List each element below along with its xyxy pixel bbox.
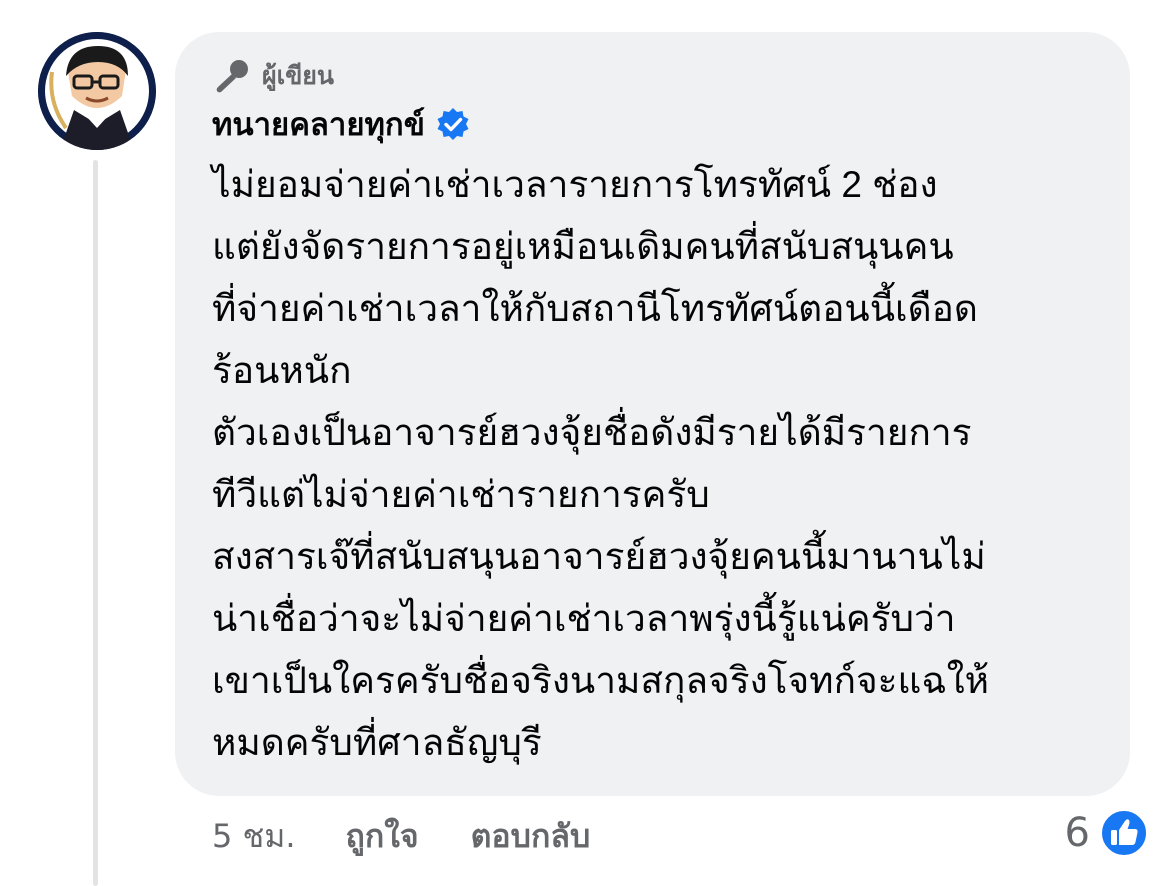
comment-line: สงสารเจ๊ที่สนับสนุนอาจารย์ฮวงจุ้ยคนนี้มา…: [212, 536, 986, 577]
comment-bubble: ผู้เขียน ทนายคลายทุกข์ ไม่ยอมจ่ายค่าเช่า…: [175, 32, 1130, 796]
thread-line: [93, 160, 98, 886]
comment-line: ไม่ยอมจ่ายค่าเช่าเวลารายการโทรทัศน์ 2 ช่…: [212, 164, 938, 205]
reply-button[interactable]: ตอบกลับ: [471, 811, 591, 862]
author-badge: ผู้เขียน: [212, 56, 1100, 96]
comment-line: ที่จ่ายค่าเช่าเวลาให้กับสถานีโทรทัศน์ตอน…: [212, 288, 978, 329]
comment-line: น่าเชื่อว่าจะไม่จ่ายค่าเช่าเวลาพรุ่งนี้ร…: [212, 598, 956, 639]
verified-badge-icon: [437, 108, 469, 140]
reaction-count: 6: [1064, 810, 1090, 856]
like-thumb-icon: [1100, 809, 1148, 857]
comment-line: ร้อนหนัก: [212, 350, 352, 391]
author-badge-label: ผู้เขียน: [262, 61, 335, 90]
comment-line: เขาเป็นใครครับชื่อจริงนามสกุลจริงโจทก์จะ…: [212, 660, 990, 701]
comment-line: หมดครับที่ศาลธัญบุรี: [212, 722, 542, 763]
author-name-row: ทนายคลายทุกข์: [212, 98, 1100, 150]
like-button[interactable]: ถูกใจ: [346, 811, 419, 862]
microphone-icon: [216, 60, 248, 93]
comment-line: ตัวเองเป็นอาจารย์ฮวงจุ้ยชื่อดังมีรายได้ม…: [212, 412, 972, 453]
comment-actions: 5 ชม. ถูกใจ ตอบกลับ: [212, 808, 590, 864]
author-avatar[interactable]: [38, 32, 156, 150]
reaction-summary[interactable]: 6: [1065, 808, 1148, 858]
avatar-image: [38, 32, 156, 150]
comment-line: ทีวีแต่ไม่จ่ายค่าเช่ารายการครับ: [212, 474, 710, 515]
comment-view: ผู้เขียน ทนายคลายทุกข์ ไม่ยอมจ่ายค่าเช่า…: [0, 0, 1170, 886]
comment-timestamp[interactable]: 5 ชม.: [212, 811, 296, 862]
comment-body: ไม่ยอมจ่ายค่าเช่าเวลารายการโทรทัศน์ 2 ช่…: [212, 154, 1100, 774]
comment-line: แต่ยังจัดรายการอยู่เหมือนเดิมคนที่สนับสน…: [212, 226, 954, 267]
author-name[interactable]: ทนายคลายทุกข์: [212, 99, 425, 149]
